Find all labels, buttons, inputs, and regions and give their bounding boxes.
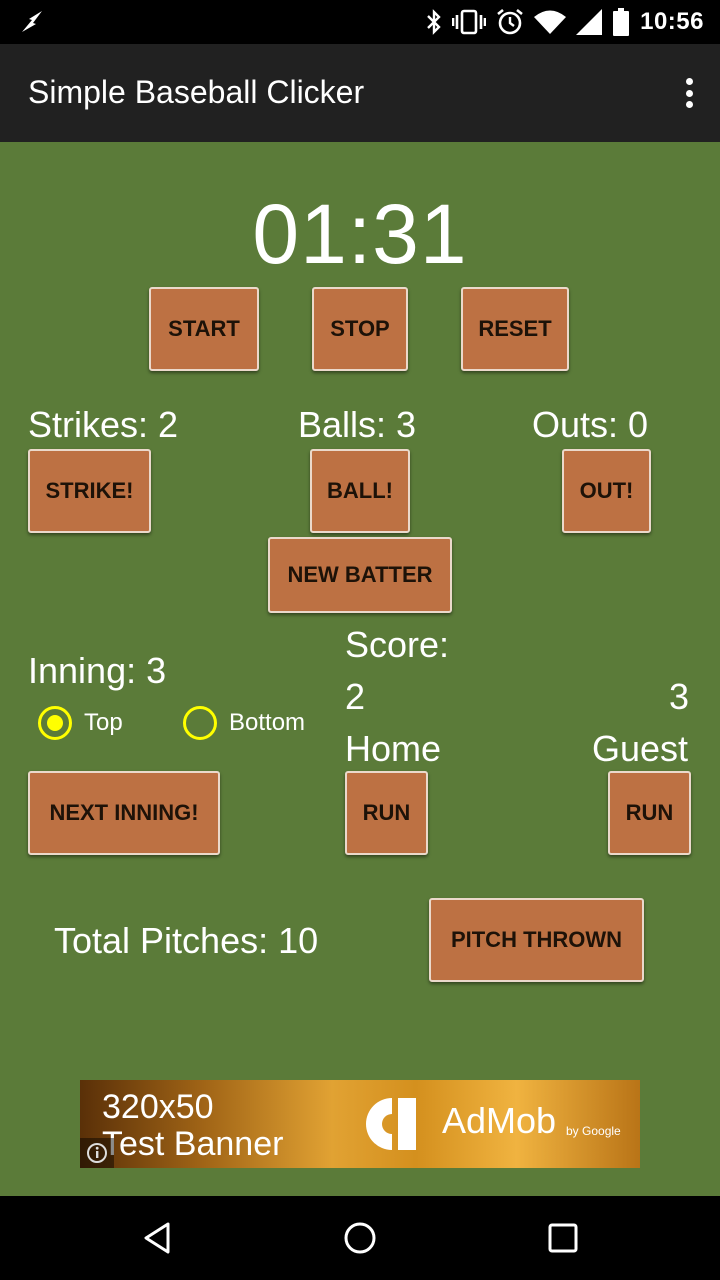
app-title: Simple Baseball Clicker xyxy=(28,74,365,110)
wifi-icon xyxy=(534,10,567,34)
clock-time: 10:56 xyxy=(640,8,704,35)
game-timer: 01:31 xyxy=(252,187,468,281)
top-radio-button[interactable] xyxy=(38,706,72,740)
app-bar: Simple Baseball Clicker xyxy=(0,44,720,142)
back-icon[interactable] xyxy=(138,1218,178,1258)
guest-run-button[interactable]: RUN xyxy=(608,771,691,855)
new-batter-button[interactable]: NEW BATTER xyxy=(268,537,452,613)
main-content: 01:31 START STOP RESET Strikes: 2 Balls:… xyxy=(0,142,720,1196)
navigation-bar xyxy=(0,1196,720,1280)
cell-signal-icon xyxy=(576,9,603,35)
vibrate-icon xyxy=(452,9,487,35)
status-bar: 10:56 xyxy=(0,0,720,44)
ball-button[interactable]: BALL! xyxy=(310,449,410,533)
bottom-radio-label[interactable]: Bottom xyxy=(229,709,305,737)
outs-count: Outs: 0 xyxy=(532,404,649,445)
score-label: Score: xyxy=(345,624,450,665)
stop-button[interactable]: STOP xyxy=(312,287,408,371)
ad-by-google: by Google xyxy=(566,1124,621,1138)
guest-score: 3 xyxy=(669,676,690,717)
home-label: Home xyxy=(345,728,442,769)
ad-banner-text: Test Banner xyxy=(102,1125,284,1163)
guest-label: Guest xyxy=(592,728,689,769)
home-score: 2 xyxy=(345,676,366,717)
battery-icon xyxy=(613,8,630,36)
status-icons: 10:56 xyxy=(426,6,704,38)
home-run-button[interactable]: RUN xyxy=(345,771,428,855)
strike-button[interactable]: STRIKE! xyxy=(28,449,151,533)
bolt-icon xyxy=(22,11,42,32)
top-radio-label[interactable]: Top xyxy=(84,709,123,737)
reset-button[interactable]: RESET xyxy=(461,287,569,371)
home-icon[interactable] xyxy=(340,1218,380,1258)
ad-banner[interactable]: 320x50 Test Banner AdMob by Google xyxy=(80,1080,640,1168)
ad-info-icon[interactable] xyxy=(80,1138,114,1168)
balls-count: Balls: 3 xyxy=(298,404,417,445)
next-inning-button[interactable]: NEXT INNING! xyxy=(28,771,220,855)
inning-label: Inning: 3 xyxy=(28,650,167,691)
total-pitches: Total Pitches: 10 xyxy=(54,920,319,961)
overflow-menu-icon[interactable] xyxy=(684,78,694,108)
start-button[interactable]: START xyxy=(149,287,259,371)
recents-icon[interactable] xyxy=(543,1218,583,1258)
bluetooth-icon xyxy=(427,9,441,35)
ad-size-text: 320x50 xyxy=(102,1088,214,1126)
ad-brand: AdMob xyxy=(442,1100,557,1141)
out-button[interactable]: OUT! xyxy=(562,449,651,533)
alarm-icon xyxy=(497,8,523,35)
pitch-thrown-button[interactable]: PITCH THROWN xyxy=(429,898,644,982)
strikes-count: Strikes: 2 xyxy=(28,404,179,445)
bottom-radio-button[interactable] xyxy=(183,706,217,740)
admob-logo-icon xyxy=(366,1098,416,1150)
